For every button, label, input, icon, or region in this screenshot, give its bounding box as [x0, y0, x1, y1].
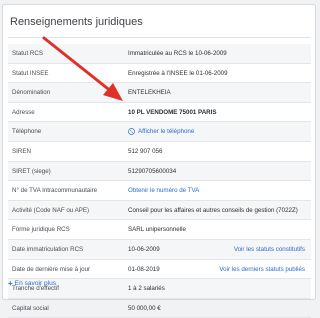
row-value: 10-06-2009 — [128, 245, 160, 253]
row-label: Forme juridique RCS — [12, 226, 70, 234]
row-label: Statut INSEE — [12, 69, 49, 77]
row-label: Téléphone — [12, 128, 42, 136]
row-siret: SIRET (siege) 51290705600034 — [8, 161, 311, 182]
row-capital-social: Capital social 50 000,00 € — [8, 299, 311, 318]
row-adresse: Adresse 10 PL VENDOME 75001 PARIS — [8, 103, 311, 123]
phone-icon — [128, 128, 135, 136]
section-title: Renseignements juridiques — [10, 16, 143, 28]
row-label: Date de dernière mise à jour — [12, 265, 91, 273]
row-forme-juridique: Forme juridique RCS SARL unipersonnelle — [8, 220, 311, 240]
row-value: ENTELEKHEIA — [128, 89, 171, 97]
row-siren: SIREN 512 907 056 — [8, 142, 311, 162]
row-value: Conseil pour les affaires et autres cons… — [128, 206, 298, 214]
row-label: Capital social — [12, 304, 49, 312]
row-value: 51290705600034 — [128, 167, 177, 175]
legal-info-table: Statut RCS Immatriculée au RCS le 10-06-… — [8, 44, 311, 318]
row-denomination: Dénomination ENTELEKHEIA — [8, 83, 311, 103]
row-label: N° de TVA Intracommunautaire — [12, 187, 98, 195]
row-label: Adresse — [12, 108, 35, 116]
row-label: Statut RCS — [12, 50, 43, 57]
row-label: SIREN — [12, 147, 31, 155]
show-phone-link[interactable]: Afficher le téléphone — [128, 122, 194, 142]
view-founding-statutes-link[interactable]: Voir les statuts constitutifs — [234, 240, 305, 260]
row-value: 512 907 056 — [128, 147, 163, 155]
show-phone-label: Afficher le téléphone — [138, 128, 195, 136]
learn-more-link[interactable]: + En savoir plus — [8, 279, 56, 288]
row-value: Enregistrée à l'INSEE le 01-06-2009 — [128, 69, 228, 77]
row-statut-rcs: Statut RCS Immatriculée au RCS le 10-06-… — [8, 44, 311, 64]
row-label: Activité (Code NAF ou APE) — [12, 206, 90, 214]
row-value: Immatriculée au RCS le 10-06-2009 — [128, 50, 227, 57]
address-value: 10 PL VENDOME 75001 PARIS — [128, 108, 217, 116]
row-statut-insee: Statut INSEE Enregistrée à l'INSEE le 01… — [8, 64, 311, 84]
row-date-mise-a-jour: Date de dernière mise à jour 01-08-2019 … — [8, 260, 311, 280]
legal-info-card: Renseignements juridiques Statut RCS Imm… — [2, 4, 316, 318]
title-divider — [8, 37, 310, 38]
row-tva: N° de TVA Intracommunautaire Obtenir le … — [8, 181, 311, 201]
row-value: 01-08-2019 — [128, 265, 160, 273]
get-vat-number-link[interactable]: Obtenir le numéro de TVA — [128, 181, 199, 201]
row-value: 50 000,00 € — [128, 304, 161, 312]
row-label: Dénomination — [12, 89, 51, 97]
row-label: SIRET (siege) — [12, 167, 51, 175]
view-latest-statutes-link[interactable]: Voir les derniers statuts publiés — [219, 260, 305, 280]
row-telephone: Téléphone Afficher le téléphone — [8, 122, 311, 142]
plus-icon: + — [8, 279, 13, 288]
row-value: 1 à 2 salariés — [128, 285, 165, 293]
row-date-immatriculation: Date immatriculation RCS 10-06-2009 Voir… — [8, 239, 311, 260]
row-label: Date immatriculation RCS — [12, 245, 84, 253]
row-activite: Activité (Code NAF ou APE) Conseil pour … — [8, 200, 311, 221]
row-value: SARL unipersonnelle — [128, 226, 186, 234]
learn-more-label: En savoir plus — [14, 280, 57, 287]
